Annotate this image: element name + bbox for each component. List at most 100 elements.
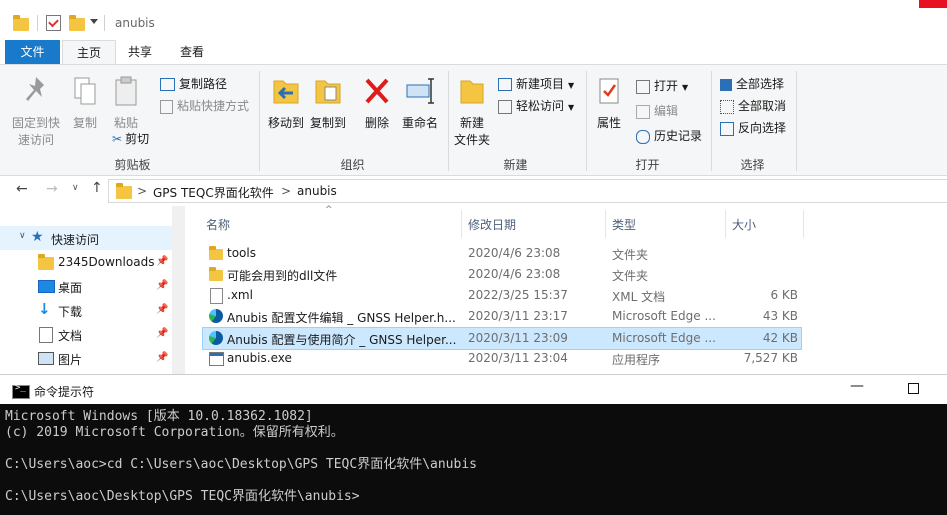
copy-to-icon — [315, 80, 341, 104]
sort-ascending-icon: ^ — [325, 205, 333, 215]
breadcrumb-separator: > — [281, 184, 292, 198]
rename-button[interactable]: 重命名 — [398, 75, 442, 131]
recent-locations-chevron-icon[interactable]: ∨ — [72, 183, 79, 193]
document-icon — [39, 327, 53, 343]
new-item-button[interactable]: 新建项目 ▼ — [498, 75, 574, 92]
copy-icon — [74, 77, 96, 105]
nav-item-downloads[interactable]: ↓ 下载 📌 — [0, 298, 172, 322]
customize-toolbar-dropdown-icon[interactable] — [90, 19, 98, 24]
pin-icon: 📌 — [156, 328, 169, 339]
chevron-down-icon[interactable]: ∨ — [19, 231, 26, 241]
group-label-select: 选择 — [740, 158, 765, 172]
edge-browser-icon — [209, 309, 223, 323]
table-row[interactable]: tools 2020/4/6 23:08 文件夹 — [203, 243, 801, 264]
tab-view[interactable]: 查看 — [166, 40, 218, 64]
address-box[interactable]: > GPS TEQC界面化软件 > anubis — [108, 179, 947, 203]
folder-icon — [116, 183, 132, 199]
star-icon: ★ — [31, 229, 44, 245]
delete-button[interactable]: 删除 — [360, 75, 394, 131]
paste-button[interactable]: 粘贴 — [108, 75, 144, 131]
cmd-console[interactable]: Microsoft Windows [版本 10.0.18362.1082] (… — [0, 404, 947, 515]
maximize-button[interactable] — [908, 383, 919, 394]
properties-button[interactable]: 属性 — [592, 75, 626, 131]
paste-shortcut-icon — [160, 99, 173, 114]
table-row[interactable]: anubis.exe 2020/3/11 23:04 应用程序 7,527 KB — [203, 348, 801, 369]
ribbon: 固定到快 速访问 复制 粘贴 复制路径 粘贴快捷方式 ✂ 剪切 剪贴板 移动到 复… — [0, 64, 947, 176]
pin-icon — [26, 77, 44, 101]
divider — [37, 15, 38, 31]
open-button[interactable]: 打开 ▼ — [636, 77, 688, 94]
column-header-type[interactable]: 类型 — [612, 216, 636, 233]
invert-selection-button[interactable]: 反向选择 — [720, 119, 786, 136]
console-line: (c) 2019 Microsoft Corporation。保留所有权利。 — [5, 425, 344, 440]
nav-scrollbar[interactable] — [172, 206, 185, 374]
edit-button[interactable]: 编辑 — [636, 102, 678, 119]
divider[interactable] — [461, 210, 462, 238]
nav-item-pictures[interactable]: 图片 📌 — [0, 346, 172, 370]
edit-icon — [636, 104, 650, 119]
table-row[interactable]: 可能会用到的dll文件 2020/4/6 23:08 文件夹 — [203, 264, 801, 285]
divider[interactable] — [803, 210, 804, 238]
nav-item-2345downloads[interactable]: 2345Downloads 📌 — [0, 250, 172, 274]
close-button[interactable] — [919, 0, 947, 8]
breadcrumb-item[interactable]: GPS TEQC界面化软件 — [153, 184, 274, 201]
copy-button[interactable]: 复制 — [68, 75, 102, 131]
open-icon — [636, 79, 650, 94]
column-header-date[interactable]: 修改日期 — [468, 216, 516, 233]
group-label-organize: 组织 — [340, 158, 365, 172]
cmd-icon: >_ — [12, 383, 30, 399]
easy-access-icon — [498, 99, 512, 114]
group-label-clipboard: 剪贴板 — [114, 158, 151, 172]
nav-item-quick-access[interactable]: ∨ ★ 快速访问 — [0, 226, 172, 250]
history-button[interactable]: 历史记录 — [636, 127, 702, 144]
divider — [796, 71, 797, 171]
divider[interactable] — [605, 210, 606, 238]
column-header-size[interactable]: 大小 — [732, 216, 756, 233]
back-arrow-icon[interactable]: ← — [16, 181, 28, 197]
console-prompt: C:\Users\aoc\Desktop\GPS TEQC界面化软件\anubi… — [5, 489, 360, 504]
divider — [711, 71, 712, 171]
edge-browser-icon — [209, 331, 223, 345]
breadcrumb-separator: > — [137, 184, 148, 198]
properties-quick-icon[interactable] — [46, 15, 61, 31]
table-row-selected[interactable]: Anubis 配置与使用简介 _ GNSS Helper... 2020/3/1… — [202, 327, 802, 350]
title-bar: anubis — [0, 0, 947, 40]
copy-path-button[interactable]: 复制路径 — [160, 75, 227, 92]
up-arrow-icon[interactable]: ↑ — [91, 180, 103, 196]
chevron-down-icon: ▼ — [568, 81, 575, 90]
divider[interactable] — [725, 210, 726, 238]
pin-icon: 📌 — [156, 352, 169, 363]
table-row[interactable]: Anubis 配置文件编辑 _ GNSS Helper.h... 2020/3/… — [203, 306, 801, 327]
copy-to-button[interactable]: 复制到 — [307, 75, 349, 131]
cut-button[interactable]: ✂ 剪切 — [112, 130, 149, 147]
chevron-down-icon: ▼ — [682, 83, 689, 92]
pin-quick-access-button[interactable]: 固定到快 速访问 — [8, 75, 64, 148]
chevron-down-icon: ▼ — [568, 103, 575, 112]
breadcrumb-item[interactable]: anubis — [297, 184, 337, 198]
new-folder-quick-icon[interactable] — [69, 15, 85, 31]
forward-arrow-icon[interactable]: → — [46, 181, 58, 197]
group-label-open: 打开 — [635, 158, 660, 172]
divider — [586, 71, 587, 171]
tab-home[interactable]: 主页 — [62, 40, 116, 65]
nav-item-desktop[interactable]: 桌面 📌 — [0, 274, 172, 298]
column-header-name[interactable]: 名称 — [206, 216, 230, 233]
history-icon — [636, 129, 650, 144]
delete-x-icon — [365, 78, 389, 104]
minimize-button[interactable]: — — [850, 378, 864, 394]
tab-file[interactable]: 文件 — [5, 40, 60, 64]
paste-icon — [115, 76, 137, 106]
application-icon — [209, 352, 224, 366]
move-to-button[interactable]: 移动到 — [265, 75, 307, 131]
new-folder-button[interactable]: 新建 文件夹 — [452, 75, 492, 148]
nav-item-documents[interactable]: 文档 📌 — [0, 322, 172, 346]
select-all-button[interactable]: 全部选择 — [720, 75, 784, 92]
tab-share[interactable]: 共享 — [114, 40, 166, 64]
paste-shortcut-button[interactable]: 粘贴快捷方式 — [160, 97, 249, 114]
easy-access-button[interactable]: 轻松访问 ▼ — [498, 97, 574, 114]
table-row[interactable]: .xml 2022/3/25 15:37 XML 文档 6 KB — [203, 285, 801, 306]
pin-icon: 📌 — [156, 304, 169, 315]
select-none-button[interactable]: 全部取消 — [720, 97, 786, 114]
divider — [259, 71, 260, 171]
folder-icon — [209, 267, 223, 281]
